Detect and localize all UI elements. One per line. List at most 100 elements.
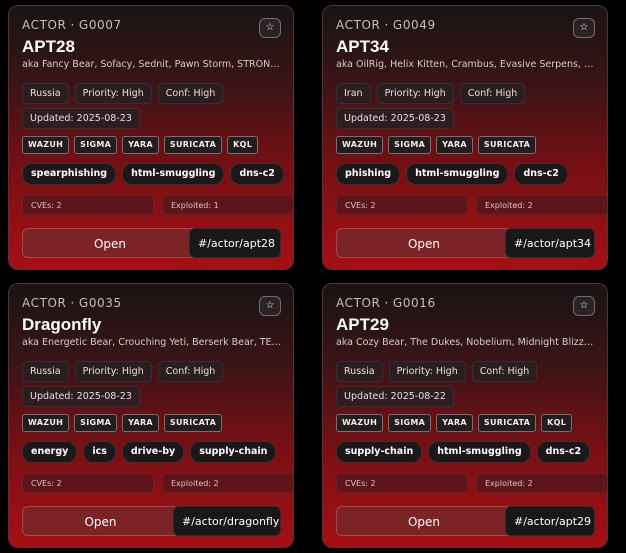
actor-card-apt29: ACTOR · G0016 ☆ APT29 aka Cozy Bear, The D… bbox=[322, 283, 608, 548]
actor-meta-row: Russia Priority: High Conf: High bbox=[336, 361, 538, 382]
rule-badges: WAZUH SIGMA YARA SURICATA bbox=[22, 414, 223, 432]
rule-badge: SIGMA bbox=[74, 414, 118, 432]
actor-aliases: aka OilRig, Helix Kitten, Crambus, Evasi… bbox=[336, 59, 596, 70]
confidence-chip: Conf: High bbox=[157, 83, 224, 104]
technique-tag[interactable]: dns-c2 bbox=[514, 163, 568, 185]
actor-name: APT29 bbox=[336, 315, 389, 334]
exploited-stat: Exploited: 2 bbox=[476, 195, 608, 215]
rule-badge: WAZUH bbox=[22, 414, 70, 432]
cves-stat: CVEs: 2 bbox=[22, 195, 154, 215]
actor-aliases: aka Cozy Bear, The Dukes, Nobelium, Midn… bbox=[336, 337, 596, 348]
rule-badges: WAZUH SIGMA YARA SURICATA bbox=[336, 136, 537, 154]
rule-badges: WAZUH SIGMA YARA SURICATA KQL bbox=[22, 136, 259, 154]
technique-tag[interactable]: html-smuggling bbox=[406, 163, 509, 185]
actor-card-apt34: ACTOR · G0049 ☆ APT34 aka OilRig, Helix Ki… bbox=[322, 5, 608, 270]
rule-badge: YARA bbox=[122, 414, 159, 432]
updated-chip: Updated: 2025-08-23 bbox=[22, 386, 140, 407]
cves-stat: CVEs: 2 bbox=[336, 195, 468, 215]
confidence-chip: Conf: High bbox=[157, 361, 224, 382]
rule-badge: SURICATA bbox=[163, 136, 223, 154]
favorite-star-icon[interactable]: ☆ bbox=[573, 296, 595, 316]
actor-aliases: aka Energetic Bear, Crouching Yeti, Bers… bbox=[22, 337, 282, 348]
actor-meta-row: Iran Priority: High Conf: High bbox=[336, 83, 526, 104]
exploited-stat: Exploited: 2 bbox=[162, 473, 294, 493]
rule-badge: SURICATA bbox=[163, 414, 223, 432]
actor-link-button[interactable]: #/actor/apt29 bbox=[505, 506, 595, 536]
technique-tag[interactable]: dns-c2 bbox=[536, 441, 591, 463]
rule-badge: KQL bbox=[541, 414, 573, 432]
confidence-chip: Conf: High bbox=[459, 83, 526, 104]
rule-badges: WAZUH SIGMA YARA SURICATA KQL bbox=[336, 414, 573, 432]
country-chip: Russia bbox=[22, 361, 69, 382]
actor-card-apt28: ACTOR · G0007 ☆ APT28 aka Fancy Bear, Sofa… bbox=[8, 5, 294, 270]
rule-badge: WAZUH bbox=[22, 136, 70, 154]
actor-name: APT34 bbox=[336, 37, 389, 56]
rule-badge: KQL bbox=[227, 136, 259, 154]
open-button[interactable]: Open bbox=[336, 228, 512, 258]
open-button[interactable]: Open bbox=[22, 228, 198, 258]
actor-link-button[interactable]: #/actor/dragonfly bbox=[173, 506, 281, 536]
updated-chip: Updated: 2025-08-22 bbox=[336, 386, 454, 407]
rule-badge: SIGMA bbox=[388, 136, 432, 154]
actor-link-button[interactable]: #/actor/apt34 bbox=[505, 228, 595, 258]
technique-tags: supply-chain html-smuggling dns-c2 bbox=[336, 441, 591, 463]
open-button[interactable]: Open bbox=[336, 506, 512, 536]
actor-updated-row: Updated: 2025-08-23 bbox=[336, 108, 454, 129]
actor-name: Dragonfly bbox=[22, 315, 102, 334]
technique-tag[interactable]: phishing bbox=[336, 163, 401, 185]
actor-updated-row: Updated: 2025-08-22 bbox=[336, 386, 454, 407]
actor-eyebrow: ACTOR · G0035 bbox=[22, 296, 122, 310]
rule-badge: SIGMA bbox=[388, 414, 432, 432]
actor-card-dragonfly: ACTOR · G0035 ☆ Dragonfly aka Energetic Be… bbox=[8, 283, 294, 548]
exploited-stat: Exploited: 1 bbox=[162, 195, 294, 215]
rule-badge: WAZUH bbox=[336, 414, 384, 432]
rule-badge: YARA bbox=[436, 414, 473, 432]
priority-chip: Priority: High bbox=[74, 361, 152, 382]
actor-eyebrow: ACTOR · G0016 bbox=[336, 296, 436, 310]
priority-chip: Priority: High bbox=[376, 83, 454, 104]
technique-tags: phishing html-smuggling dns-c2 bbox=[336, 163, 568, 185]
actor-card-grid: ACTOR · G0007 ☆ APT28 aka Fancy Bear, Sofa… bbox=[0, 0, 626, 553]
technique-tag[interactable]: html-smuggling bbox=[122, 163, 225, 185]
actor-eyebrow: ACTOR · G0049 bbox=[336, 18, 436, 32]
country-chip: Russia bbox=[22, 83, 69, 104]
cves-stat: CVEs: 2 bbox=[22, 473, 154, 493]
technique-tags: energy ics drive-by supply-chain bbox=[22, 441, 277, 463]
rule-badge: SIGMA bbox=[74, 136, 118, 154]
technique-tag[interactable]: dns-c2 bbox=[230, 163, 284, 185]
rule-badge: YARA bbox=[436, 136, 473, 154]
country-chip: Russia bbox=[336, 361, 383, 382]
technique-tag[interactable]: spearphishing bbox=[22, 163, 117, 185]
updated-chip: Updated: 2025-08-23 bbox=[336, 108, 454, 129]
technique-tag[interactable]: ics bbox=[83, 441, 116, 463]
technique-tag[interactable]: drive-by bbox=[121, 441, 185, 463]
open-button[interactable]: Open bbox=[22, 506, 179, 536]
updated-chip: Updated: 2025-08-23 bbox=[22, 108, 140, 129]
actor-meta-row: Russia Priority: High Conf: High bbox=[22, 361, 224, 382]
actor-name: APT28 bbox=[22, 37, 75, 56]
rule-badge: WAZUH bbox=[336, 136, 384, 154]
actor-meta-row: Russia Priority: High Conf: High bbox=[22, 83, 224, 104]
priority-chip: Priority: High bbox=[74, 83, 152, 104]
actor-link-button[interactable]: #/actor/apt28 bbox=[189, 228, 281, 258]
technique-tags: spearphishing html-smuggling dns-c2 bbox=[22, 163, 284, 185]
cves-stat: CVEs: 2 bbox=[336, 473, 468, 493]
technique-tag[interactable]: supply-chain bbox=[190, 441, 277, 463]
rule-badge: SURICATA bbox=[477, 414, 537, 432]
rule-badge: SURICATA bbox=[477, 136, 537, 154]
technique-tag[interactable]: supply-chain bbox=[336, 441, 423, 463]
favorite-star-icon[interactable]: ☆ bbox=[259, 18, 281, 38]
favorite-star-icon[interactable]: ☆ bbox=[259, 296, 281, 316]
confidence-chip: Conf: High bbox=[471, 361, 538, 382]
exploited-stat: Exploited: 2 bbox=[476, 473, 608, 493]
technique-tag[interactable]: html-smuggling bbox=[428, 441, 531, 463]
rule-badge: YARA bbox=[122, 136, 159, 154]
actor-aliases: aka Fancy Bear, Sofacy, Sednit, Pawn Sto… bbox=[22, 59, 282, 70]
actor-updated-row: Updated: 2025-08-23 bbox=[22, 386, 140, 407]
country-chip: Iran bbox=[336, 83, 371, 104]
actor-updated-row: Updated: 2025-08-23 bbox=[22, 108, 140, 129]
actor-eyebrow: ACTOR · G0007 bbox=[22, 18, 122, 32]
technique-tag[interactable]: energy bbox=[22, 441, 78, 463]
priority-chip: Priority: High bbox=[388, 361, 466, 382]
favorite-star-icon[interactable]: ☆ bbox=[573, 18, 595, 38]
